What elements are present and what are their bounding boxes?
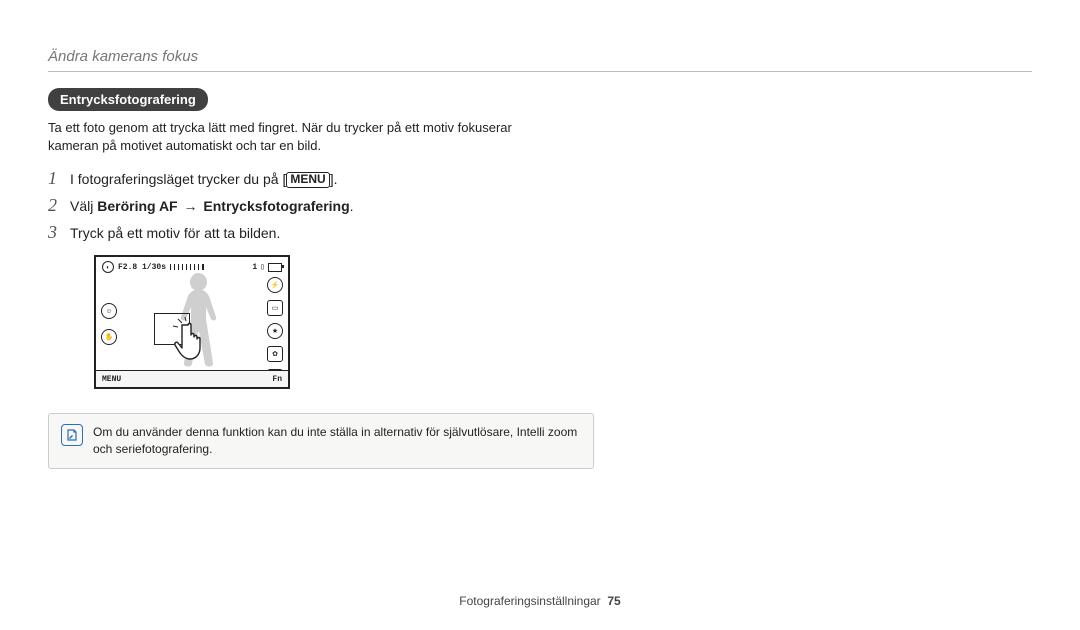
lcd-menu-button: MENU (96, 375, 127, 384)
step-3-text: Tryck på ett motiv för att ta bilden. (70, 225, 568, 241)
touch-shot-icon: ✋ (101, 329, 117, 345)
step-3: 3 Tryck på ett motiv för att ta bilden. (48, 222, 568, 243)
page-footer: Fotograferingsinställningar 75 (0, 594, 1080, 608)
step-2-text: Välj Beröring AF → Entrycksfotografering… (70, 198, 568, 214)
step-number: 3 (48, 222, 70, 243)
arrow-icon: → (182, 198, 200, 214)
lcd-fn-button: Fn (266, 375, 288, 384)
note-text: Om du använder denna funktion kan du int… (93, 424, 581, 458)
step-list: 1 I fotograferingsläget trycker du på [M… (48, 168, 568, 243)
section-intro: Ta ett foto genom att trycka lätt med fi… (48, 119, 528, 154)
mode-icon: ◐ (102, 261, 114, 273)
step-2-bold-2: Entrycksfotografering (203, 198, 349, 214)
exposure-readout: F2.8 1/30s (118, 263, 166, 272)
step-2-prefix: Välj (70, 198, 97, 214)
step-2-suffix: . (350, 198, 354, 214)
step-1: 1 I fotograferingsläget trycker du på [M… (48, 168, 568, 189)
step-number: 1 (48, 168, 70, 189)
page-header: Ändra kamerans fokus (48, 48, 1032, 65)
section-pill: Entrycksfotografering (48, 88, 208, 111)
step-number: 2 (48, 195, 70, 216)
touch-hand-icon (172, 317, 216, 361)
image-size-icon: ▭ (267, 300, 283, 316)
flash-icon: ⚡ (267, 277, 283, 293)
header-divider (48, 71, 1032, 72)
battery-icon (268, 263, 282, 272)
face-detect-icon: ☺ (101, 303, 117, 319)
step-1-prefix: I fotograferingsläget trycker du på [ (70, 171, 286, 187)
ev-scale-icon (170, 264, 204, 270)
sd-card-icon: ▯ (260, 262, 265, 272)
note-box: Om du använder denna funktion kan du int… (48, 413, 594, 469)
step-1-suffix: ]. (330, 171, 338, 187)
note-icon (61, 424, 83, 446)
camera-lcd-figure: ◐ F2.8 1/30s 1 ▯ ☺ ✋ ⚡ ▭ ★ ✿ ◧ (94, 255, 290, 389)
stabilizer-icon: ✿ (267, 346, 283, 362)
step-1-text: I fotograferingsläget trycker du på [MEN… (70, 171, 568, 189)
step-2-bold-1: Beröring AF (97, 198, 177, 214)
quality-icon: ★ (267, 323, 283, 339)
footer-section: Fotograferingsinställningar (459, 594, 600, 608)
menu-button-label: MENU (286, 172, 329, 188)
step-2: 2 Välj Beröring AF → Entrycksfotograferi… (48, 195, 568, 216)
footer-page-number: 75 (607, 594, 620, 608)
shot-count: 1 (252, 263, 257, 272)
